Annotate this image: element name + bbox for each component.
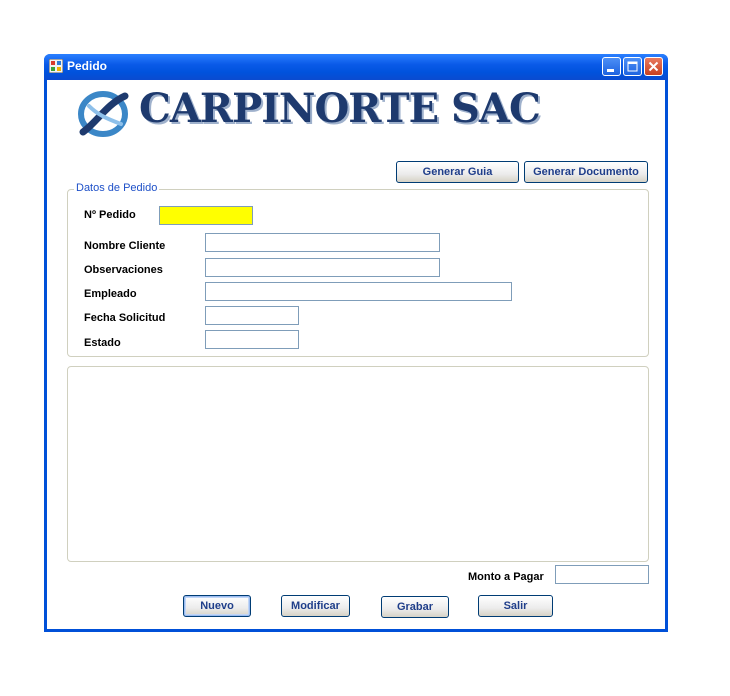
- observaciones-field[interactable]: [205, 258, 440, 277]
- form-client-area: CARPINORTE SAC Generar Guia Generar Docu…: [47, 80, 665, 629]
- fecha-solicitud-field[interactable]: [205, 306, 299, 325]
- close-button[interactable]: [644, 57, 663, 76]
- generar-documento-button[interactable]: Generar Documento: [524, 161, 648, 183]
- numero-pedido-field[interactable]: [159, 206, 253, 225]
- monto-pagar-field[interactable]: [555, 565, 649, 584]
- minimize-button[interactable]: [602, 57, 621, 76]
- empleado-label: Empleado: [84, 288, 137, 300]
- nombre-cliente-label: Nombre Cliente: [84, 240, 166, 252]
- close-icon: [648, 61, 659, 72]
- nombre-cliente-field[interactable]: [205, 233, 440, 252]
- minimize-icon: [607, 69, 614, 72]
- maximize-icon: [627, 61, 638, 72]
- estado-label: Estado: [84, 337, 121, 349]
- logo-text: CARPINORTE SAC: [139, 85, 541, 132]
- company-logo: CARPINORTE SAC: [75, 82, 541, 142]
- empleado-field[interactable]: [205, 282, 512, 301]
- estado-field[interactable]: [205, 330, 299, 349]
- fecha-solicitud-label: Fecha Solicitud: [84, 312, 166, 324]
- numero-pedido-label: Nº Pedido: [84, 209, 136, 221]
- modificar-button[interactable]: Modificar: [281, 595, 350, 617]
- salir-button[interactable]: Salir: [478, 595, 553, 617]
- observaciones-label: Observaciones: [84, 264, 163, 276]
- nuevo-button[interactable]: Nuevo: [183, 595, 251, 617]
- grabar-button[interactable]: Grabar: [381, 596, 449, 618]
- logo-icon: [78, 91, 129, 137]
- monto-pagar-label: Monto a Pagar: [468, 571, 544, 583]
- detalle-pedido-panel[interactable]: [67, 366, 649, 562]
- pedido-window: Pedido CARPINORTE SAC Generar Guia Gener…: [44, 54, 668, 632]
- title-bar[interactable]: Pedido: [44, 54, 668, 80]
- generar-guia-button[interactable]: Generar Guia: [396, 161, 519, 183]
- app-icon: [49, 59, 63, 73]
- window-title: Pedido: [67, 59, 108, 73]
- group-title: Datos de Pedido: [74, 182, 160, 194]
- maximize-button[interactable]: [623, 57, 642, 76]
